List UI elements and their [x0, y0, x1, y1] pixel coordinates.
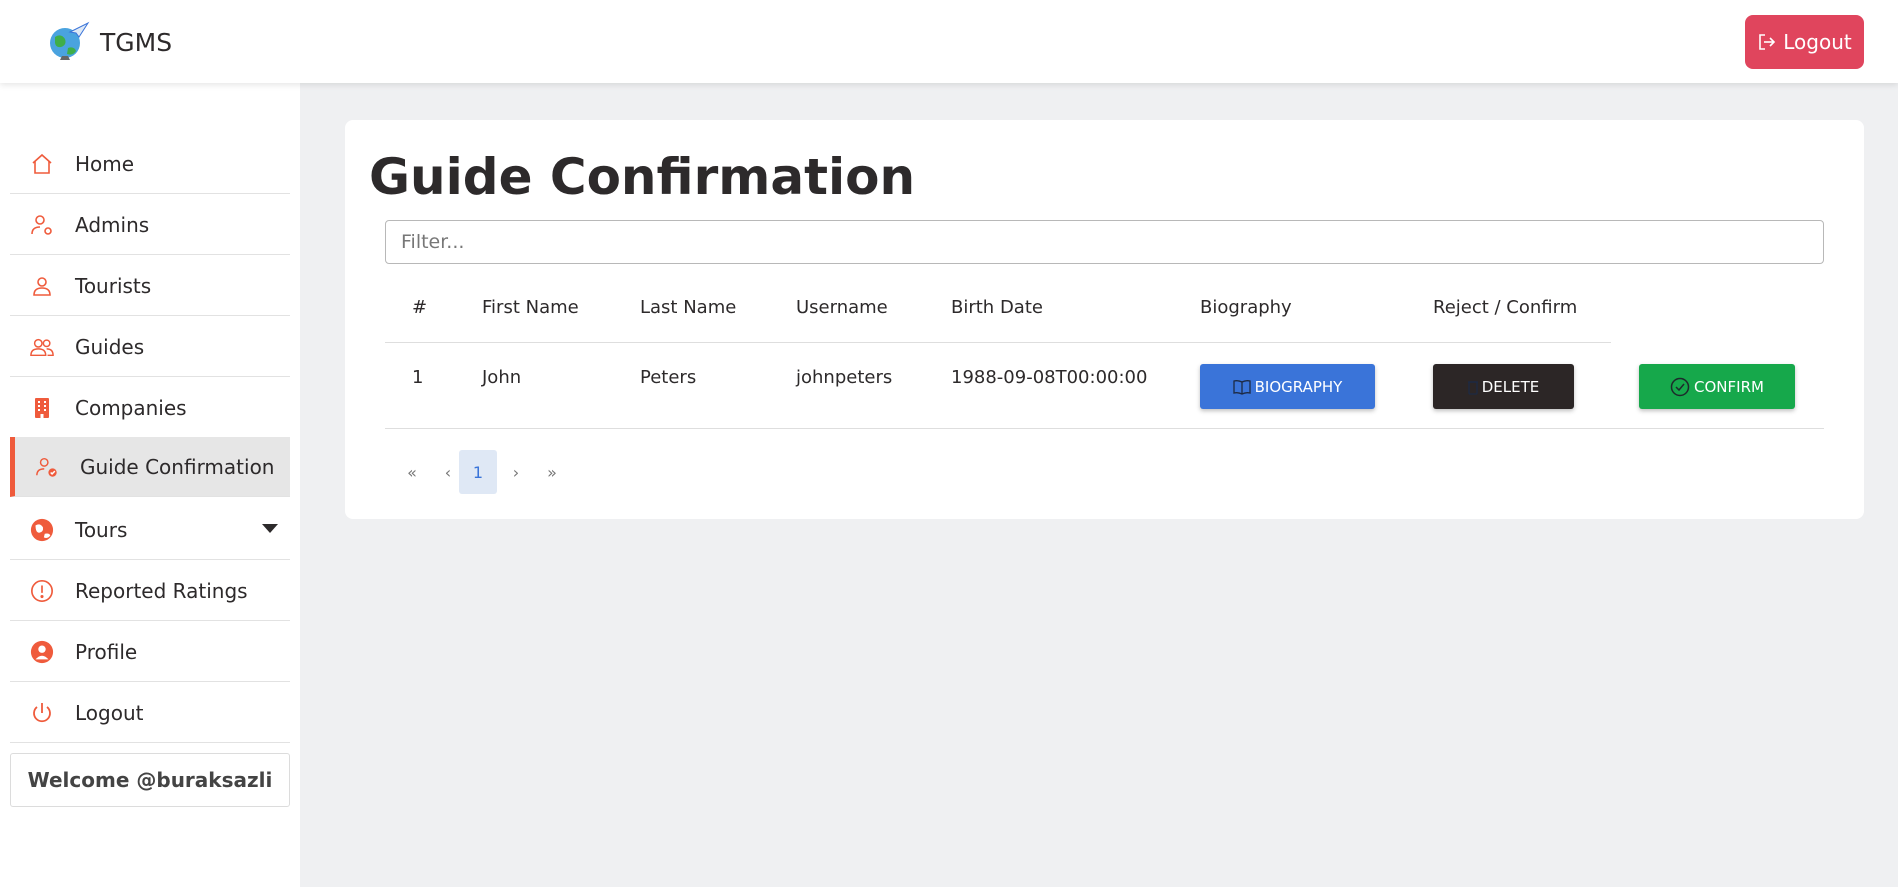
pagination-last[interactable]: » — [537, 450, 567, 494]
column-header-username: Username — [796, 297, 888, 318]
sidebar-item-tours[interactable]: Tours — [10, 500, 290, 560]
trash-icon — [1467, 380, 1478, 395]
column-header-number: # — [412, 297, 428, 318]
column-header-first-name: First Name — [482, 297, 579, 318]
biography-button-label: BIOGRAPHY — [1254, 377, 1343, 396]
filter-input[interactable] — [385, 220, 1824, 264]
sidebar-item-profile[interactable]: Profile — [10, 622, 290, 682]
sidebar-item-label: Companies — [75, 395, 187, 420]
top-navbar: TGMS Logout — [0, 0, 1898, 83]
sidebar-item-companies[interactable]: Companies — [10, 378, 290, 438]
sidebar-item-label: Admins — [75, 212, 150, 237]
sidebar: Home Admins Tourists Guides Companies Gu… — [0, 83, 300, 887]
cell-first-name: John — [482, 367, 522, 388]
cell-birth-date: 1988-09-08T00:00:00 — [951, 367, 1148, 388]
pagination-next[interactable]: › — [501, 450, 531, 494]
row-divider — [385, 428, 1824, 429]
header-logout-button[interactable]: Logout — [1745, 15, 1864, 69]
guide-confirmation-card: Guide Confirmation # First Name Last Nam… — [345, 120, 1864, 519]
header-divider — [385, 342, 1611, 343]
column-header-reject-confirm: Reject / Confirm — [1433, 297, 1578, 318]
power-icon — [30, 701, 54, 725]
building-icon — [30, 396, 54, 420]
brand[interactable]: TGMS — [46, 20, 172, 64]
exclamation-icon — [30, 579, 54, 603]
welcome-message: Welcome @buraksazli — [10, 753, 290, 807]
confirm-button-label: CONFIRM — [1694, 377, 1764, 396]
sidebar-item-label: Guide Confirmation — [80, 454, 275, 479]
column-header-biography: Biography — [1200, 297, 1292, 318]
user-circle-icon — [30, 640, 54, 664]
pagination-first[interactable]: « — [397, 450, 427, 494]
column-header-birth-date: Birth Date — [951, 297, 1043, 318]
sidebar-item-logout[interactable]: Logout — [10, 683, 290, 743]
sidebar-item-tourists[interactable]: Tourists — [10, 256, 290, 316]
column-header-last-name: Last Name — [640, 297, 737, 318]
home-icon — [30, 152, 54, 176]
user-check-icon — [35, 455, 59, 479]
cell-number: 1 — [412, 367, 424, 388]
sidebar-item-label: Reported Ratings — [75, 578, 248, 603]
sidebar-item-label: Logout — [75, 700, 144, 725]
sidebar-item-reported-ratings[interactable]: Reported Ratings — [10, 561, 290, 621]
cell-username: johnpeters — [796, 367, 893, 388]
app-name: TGMS — [100, 27, 173, 57]
sidebar-item-label: Tourists — [75, 273, 152, 298]
sidebar-item-label: Profile — [75, 639, 138, 664]
sidebar-item-label: Tours — [75, 517, 128, 542]
chevron-down-icon[interactable] — [262, 524, 278, 533]
check-circle-icon — [1670, 377, 1690, 396]
sidebar-item-admins[interactable]: Admins — [10, 195, 290, 255]
confirm-button[interactable]: CONFIRM — [1639, 364, 1795, 409]
book-icon — [1232, 379, 1251, 395]
pagination-page-1[interactable]: 1 — [459, 450, 497, 494]
globe-plane-logo-icon — [50, 21, 90, 60]
sidebar-item-label: Home — [75, 151, 135, 176]
sidebar-item-label: Guides — [75, 334, 145, 359]
sign-out-icon — [1759, 34, 1776, 50]
users-icon — [30, 335, 54, 359]
delete-button[interactable]: DELETE — [1433, 364, 1574, 409]
sidebar-item-guides[interactable]: Guides — [10, 317, 290, 377]
globe-icon — [30, 518, 54, 542]
header-logout-label: Logout — [1783, 30, 1852, 54]
sidebar-item-home[interactable]: Home — [10, 134, 290, 194]
delete-button-label: DELETE — [1481, 377, 1540, 396]
page-title: Guide Confirmation — [369, 148, 916, 206]
user-gear-icon — [30, 213, 54, 237]
cell-last-name: Peters — [640, 367, 697, 388]
sidebar-item-guide-confirmation[interactable]: Guide Confirmation — [10, 437, 290, 497]
user-icon — [30, 274, 54, 298]
biography-button[interactable]: BIOGRAPHY — [1200, 364, 1375, 409]
